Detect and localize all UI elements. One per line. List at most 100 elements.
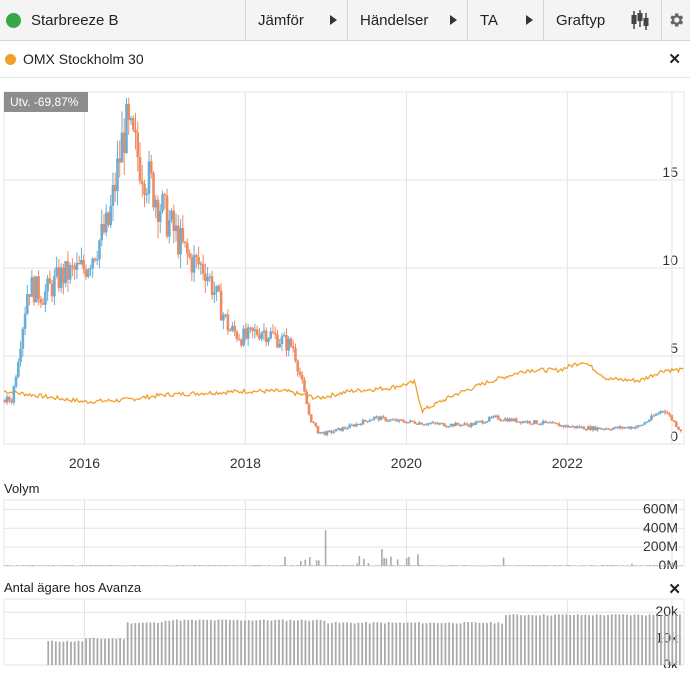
menu-graph-type[interactable]: Graftyp (544, 0, 662, 40)
bar (266, 565, 268, 566)
bar (378, 565, 381, 566)
bar (394, 565, 397, 567)
bar (448, 565, 451, 566)
candle-body (199, 263, 203, 265)
bar (278, 619, 280, 665)
y-tick-label: 0 (670, 428, 678, 444)
candle-body (197, 256, 200, 265)
bar (164, 620, 167, 665)
triangle-right-icon (330, 15, 337, 25)
bar (308, 620, 311, 665)
bar (595, 614, 598, 665)
bar (7, 565, 9, 566)
bar (191, 565, 194, 566)
bar (293, 620, 296, 665)
bar (263, 565, 266, 566)
bar (327, 623, 330, 665)
candle-body (485, 421, 489, 423)
bar (306, 565, 309, 567)
bar (101, 565, 104, 566)
bar (286, 565, 289, 566)
bar (261, 565, 264, 566)
bar (363, 558, 365, 566)
bar (268, 564, 271, 566)
bar (358, 556, 361, 566)
bar (130, 565, 133, 566)
candle-body (158, 211, 162, 222)
bar (351, 564, 354, 566)
menu-events[interactable]: Händelser (348, 0, 468, 40)
candle-body (177, 225, 180, 255)
candle-body (237, 339, 241, 341)
candle-body (93, 258, 97, 261)
bar (266, 620, 269, 665)
bar (70, 641, 72, 665)
stock-title[interactable]: Starbreeze B (0, 0, 246, 40)
candle-body (643, 422, 647, 425)
candle-body (607, 428, 610, 430)
bar (13, 565, 16, 567)
candle-body (188, 253, 191, 258)
candle-body (258, 335, 261, 339)
bar (577, 565, 579, 567)
bar (338, 622, 341, 665)
owners-chart[interactable]: 20k10k0k (0, 596, 690, 668)
candle-body (46, 278, 49, 292)
candle-body (348, 424, 351, 429)
candle-body (190, 257, 194, 273)
candle-body (652, 415, 656, 417)
bar (419, 564, 422, 566)
settings-button[interactable] (662, 0, 690, 40)
candle-body (375, 416, 378, 418)
candle-body (147, 161, 151, 194)
volume-chart[interactable]: 600M 400M 200M 0M (0, 497, 690, 569)
candle-body (307, 404, 311, 415)
bar (304, 620, 307, 665)
bar (608, 565, 611, 566)
candle-body (422, 424, 426, 426)
bar (40, 565, 43, 566)
bar (311, 565, 313, 566)
menu-compare[interactable]: Jämför (246, 0, 348, 40)
candle-body (118, 158, 122, 163)
bar (119, 638, 122, 665)
candle-body (235, 331, 239, 340)
bar (531, 615, 534, 665)
bar (320, 565, 322, 566)
bar (516, 565, 518, 566)
bar (153, 565, 156, 566)
candle-body (548, 422, 552, 424)
bar (391, 622, 394, 665)
candle-body (460, 424, 464, 426)
bar (514, 565, 516, 567)
bar (187, 619, 190, 665)
main-price-chart[interactable]: 0 5 10 15 2016 2018 2020 2022 Utv. -69,87% (0, 78, 690, 478)
menu-ta[interactable]: TA (468, 0, 544, 40)
bar (656, 615, 659, 665)
candle-body (116, 158, 119, 192)
bar (327, 565, 329, 566)
bar (157, 622, 159, 665)
candle-body (659, 411, 662, 414)
close-icon[interactable]: ✕ (668, 50, 681, 68)
bar (323, 620, 326, 665)
candle-body (226, 314, 230, 331)
candle-body (373, 416, 376, 420)
candle-body (206, 277, 209, 282)
bar (315, 560, 318, 566)
candle-body (138, 157, 142, 182)
bar (475, 565, 478, 566)
bar (228, 619, 231, 665)
candle-body (596, 427, 599, 431)
bar (405, 558, 408, 566)
bar (622, 565, 624, 566)
candle-body (478, 420, 482, 423)
candle-body (436, 423, 439, 425)
bar (491, 565, 494, 566)
bar (4, 565, 7, 566)
bar (232, 620, 235, 665)
candle-body (165, 195, 169, 237)
bar (11, 565, 14, 567)
bar (295, 565, 298, 566)
bar (523, 615, 526, 665)
